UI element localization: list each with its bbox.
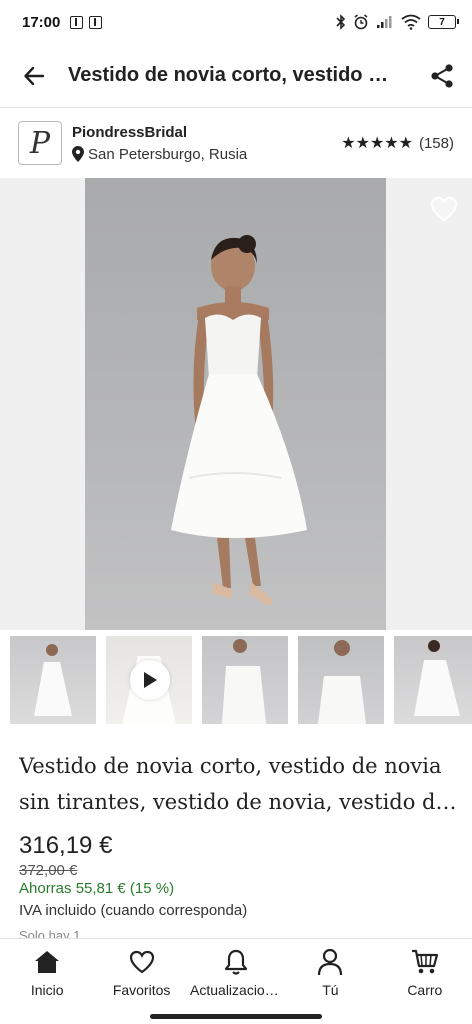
- back-button[interactable]: [0, 44, 68, 108]
- heart-outline-icon: [430, 196, 458, 222]
- dress-thumbnail-illustration: [34, 644, 72, 716]
- dress-thumbnail-illustration: [318, 640, 366, 724]
- product-title: Vestido de novia corto, vestido de novia…: [19, 748, 459, 820]
- page-title: Vestido de novia corto, vestido de novia…: [68, 64, 398, 86]
- play-button[interactable]: [130, 660, 170, 700]
- dress-thumbnail-illustration: [222, 639, 266, 724]
- savings-text: Ahorras 55,81 € (15 %): [19, 880, 175, 897]
- battery-icon: 7: [428, 15, 459, 29]
- price: 316,19 €: [19, 832, 113, 859]
- notification-icon: [70, 15, 84, 29]
- nav-label: Carro: [407, 982, 443, 998]
- bell-icon: [221, 947, 251, 977]
- vat-note: IVA incluido (cuando corresponda): [19, 902, 248, 919]
- home-icon: [32, 947, 62, 977]
- product-photo[interactable]: [85, 178, 386, 630]
- wifi-icon: [401, 14, 421, 30]
- shop-rating[interactable]: ★★★★★ (158): [341, 133, 454, 153]
- play-icon: [144, 672, 157, 688]
- shop-info: PiondressBridal San Petersburgo, Rusia: [72, 124, 247, 163]
- location-pin-icon: [72, 146, 84, 162]
- home-indicator[interactable]: [150, 1014, 322, 1019]
- app-bar: Vestido de novia corto, vestido de novia…: [0, 44, 472, 108]
- nav-label: Inicio: [30, 982, 64, 998]
- notification-icon: [89, 15, 103, 29]
- bottom-navigation: Inicio Favoritos Actualizaciones Tú Carr…: [0, 938, 472, 1004]
- status-bar: 17:00 7: [0, 0, 472, 44]
- nav-item-updates[interactable]: Actualizaciones: [189, 939, 283, 1004]
- arrow-left-icon: [24, 66, 45, 85]
- nav-label: Favoritos: [112, 982, 171, 998]
- nav-item-you[interactable]: Tú: [283, 939, 377, 1004]
- favorite-button[interactable]: [430, 196, 458, 224]
- thumbnail-image[interactable]: [10, 636, 96, 724]
- stock-note: Solo hay 1: [19, 928, 81, 938]
- user-icon: [315, 947, 345, 977]
- signal-icon: [377, 16, 392, 28]
- notification-icons: [70, 15, 103, 29]
- status-right: 7: [336, 14, 459, 30]
- main-image-area[interactable]: [0, 178, 472, 630]
- cart-icon: [410, 947, 440, 977]
- bluetooth-icon: [336, 14, 346, 30]
- nav-item-favorites[interactable]: Favoritos: [94, 939, 188, 1004]
- nav-label: Tú: [322, 982, 339, 998]
- thumbnail-image[interactable]: [202, 636, 288, 724]
- star-rating-icon: ★★★★★: [341, 135, 413, 152]
- review-count: (158): [418, 134, 454, 152]
- shop-location: San Petersburgo, Rusia: [72, 146, 247, 163]
- alarm-icon: [354, 14, 368, 30]
- nav-item-home[interactable]: Inicio: [0, 939, 94, 1004]
- original-price: 372,00 €: [19, 862, 78, 879]
- dress-model-illustration: [171, 235, 307, 606]
- video-thumbnail[interactable]: [106, 636, 192, 724]
- thumbnail-image[interactable]: [394, 636, 472, 724]
- status-time: 17:00: [22, 13, 61, 31]
- product-title-line: sin tirantes, vestido de novia, vestido …: [19, 790, 459, 814]
- heart-icon: [127, 947, 157, 977]
- thumbnail-strip: [0, 636, 472, 726]
- nav-label: Actualizaciones: [190, 982, 283, 998]
- product-title-line: Vestido de novia corto, vestido de novia: [19, 754, 442, 778]
- share-button[interactable]: [412, 44, 472, 108]
- shop-location-text: San Petersburgo, Rusia: [88, 145, 248, 163]
- shop-logo[interactable]: P: [18, 121, 62, 165]
- share-icon: [431, 63, 453, 88]
- shop-header[interactable]: P PiondressBridal San Petersburgo, Rusia…: [0, 108, 472, 178]
- thumbnail-image[interactable]: [298, 636, 384, 724]
- nav-item-cart[interactable]: Carro: [378, 939, 472, 1004]
- shop-name[interactable]: PiondressBridal: [72, 124, 247, 141]
- dress-thumbnail-illustration: [414, 640, 460, 716]
